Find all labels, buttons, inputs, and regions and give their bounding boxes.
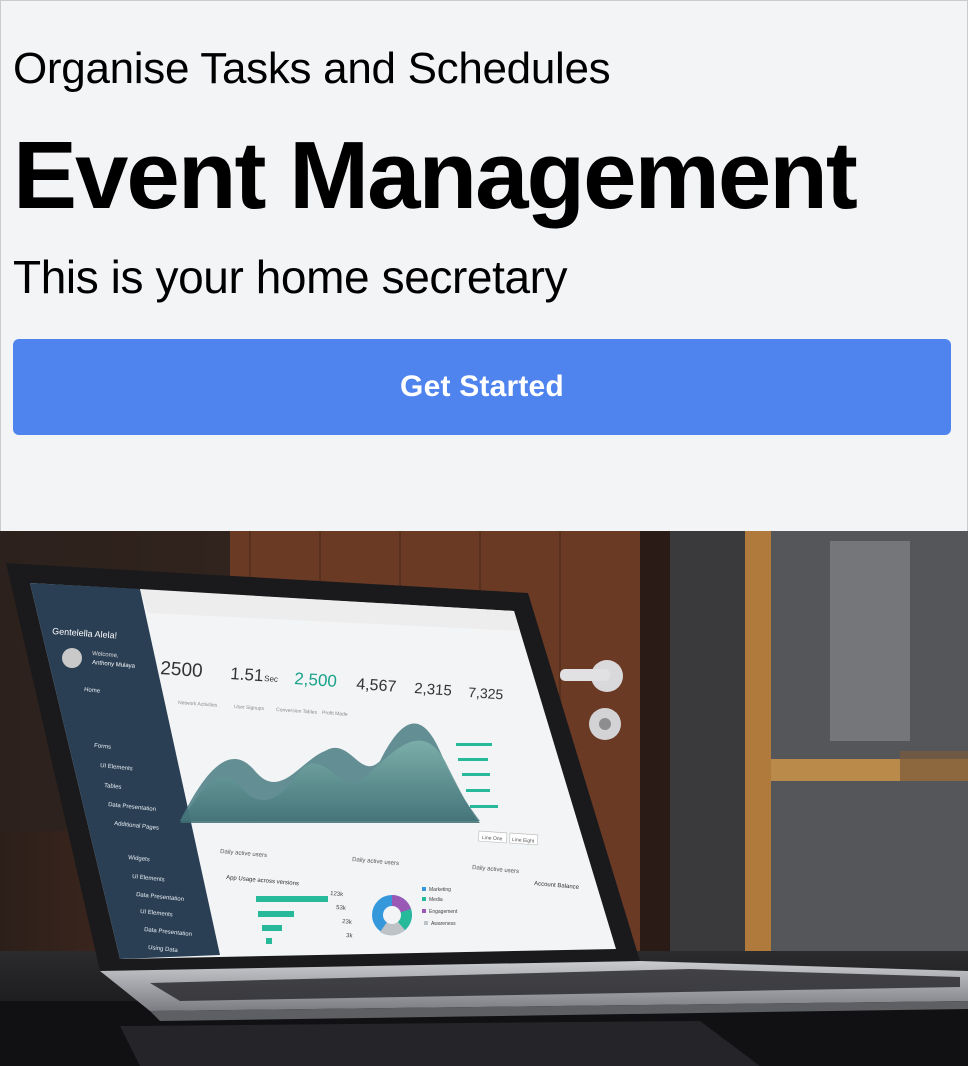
laptop-dashboard-photo: Gentelella Alela! Welcome, Anthony Mulay… [0,531,968,1066]
svg-text:Awareness: Awareness [431,921,456,927]
svg-text:53k: 53k [336,905,347,912]
svg-text:2,315: 2,315 [414,680,453,700]
svg-text:Sec: Sec [264,674,278,684]
svg-text:123k: 123k [330,891,344,898]
hero-headline: Event Management [13,122,858,229]
svg-text:Media: Media [429,897,443,903]
hero-tagline: This is your home secretary [13,251,568,303]
svg-text:2,500: 2,500 [294,669,338,691]
svg-text:1.51: 1.51 [230,664,264,685]
svg-text:4,567: 4,567 [356,676,397,696]
svg-text:2500: 2500 [160,658,204,682]
svg-text:Engagement: Engagement [429,909,458,915]
get-started-button[interactable]: Get Started [13,339,951,435]
svg-text:7,325: 7,325 [468,684,504,702]
svg-text:Marketing: Marketing [429,887,451,893]
hero-eyebrow: Organise Tasks and Schedules [13,44,611,93]
svg-text:23k: 23k [342,919,353,926]
